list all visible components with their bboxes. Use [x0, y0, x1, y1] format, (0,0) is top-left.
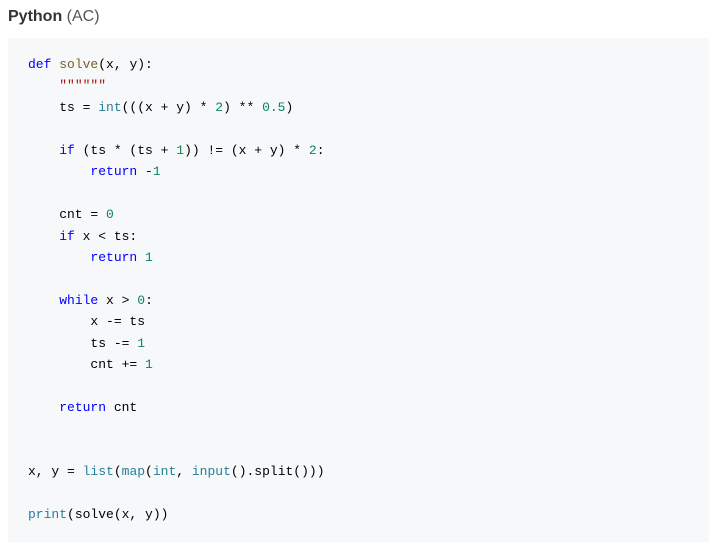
code-token: )) != (x + y) *: [184, 143, 309, 158]
code-token: """""": [59, 78, 106, 93]
code-token: (solve(x, y)): [67, 507, 168, 522]
code-token: return: [90, 164, 137, 179]
code-token: map: [122, 464, 145, 479]
code-token: if: [59, 229, 75, 244]
code-token: 1: [145, 250, 153, 265]
code-token: x, y =: [28, 464, 83, 479]
code-token: ) **: [223, 100, 262, 115]
code-token: 2: [309, 143, 317, 158]
code-block: def solve(x, y): """""" ts = int(((x + y…: [8, 38, 709, 542]
code-token: (x, y):: [98, 57, 153, 72]
status-label: (AC): [67, 8, 100, 25]
code-token: 1: [145, 357, 153, 372]
code-token: [28, 164, 90, 179]
code-token: [28, 250, 90, 265]
code-token: int: [153, 464, 176, 479]
code-token: (((x + y) *: [122, 100, 216, 115]
code-token: [28, 143, 59, 158]
code-token: 1: [137, 336, 145, 351]
code-token: ): [285, 100, 293, 115]
code-token: 0.5: [262, 100, 285, 115]
code-token: :: [145, 293, 153, 308]
code-token: (: [114, 464, 122, 479]
code-token: def: [28, 57, 51, 72]
code-token: while: [59, 293, 98, 308]
code-token: [28, 229, 59, 244]
code-token: [28, 400, 59, 415]
code-token: ts -=: [28, 336, 137, 351]
code-token: x >: [98, 293, 137, 308]
code-token: :: [317, 143, 325, 158]
code-token: ts =: [28, 100, 98, 115]
code-token: solve: [59, 57, 98, 72]
code-token: 0: [106, 207, 114, 222]
code-token: -: [137, 164, 153, 179]
code-token: return: [59, 400, 106, 415]
code-token: x < ts:: [75, 229, 137, 244]
code-token: cnt: [106, 400, 137, 415]
code-token: x -= ts: [28, 314, 145, 329]
code-token: ().split())): [231, 464, 325, 479]
code-token: ,: [176, 464, 192, 479]
code-token: 0: [137, 293, 145, 308]
code-token: [137, 250, 145, 265]
code-token: cnt =: [28, 207, 106, 222]
code-token: 1: [176, 143, 184, 158]
code-token: list: [83, 464, 114, 479]
language-label: Python: [8, 8, 62, 25]
code-token: (: [145, 464, 153, 479]
code-token: int: [98, 100, 121, 115]
code-token: [28, 78, 59, 93]
code-token: if: [59, 143, 75, 158]
code-token: print: [28, 507, 67, 522]
code-token: return: [90, 250, 137, 265]
code-token: cnt +=: [28, 357, 145, 372]
code-token: 2: [215, 100, 223, 115]
code-token: 1: [153, 164, 161, 179]
code-header: Python (AC): [8, 8, 709, 26]
code-token: input: [192, 464, 231, 479]
code-token: (ts * (ts +: [75, 143, 176, 158]
code-token: [28, 293, 59, 308]
